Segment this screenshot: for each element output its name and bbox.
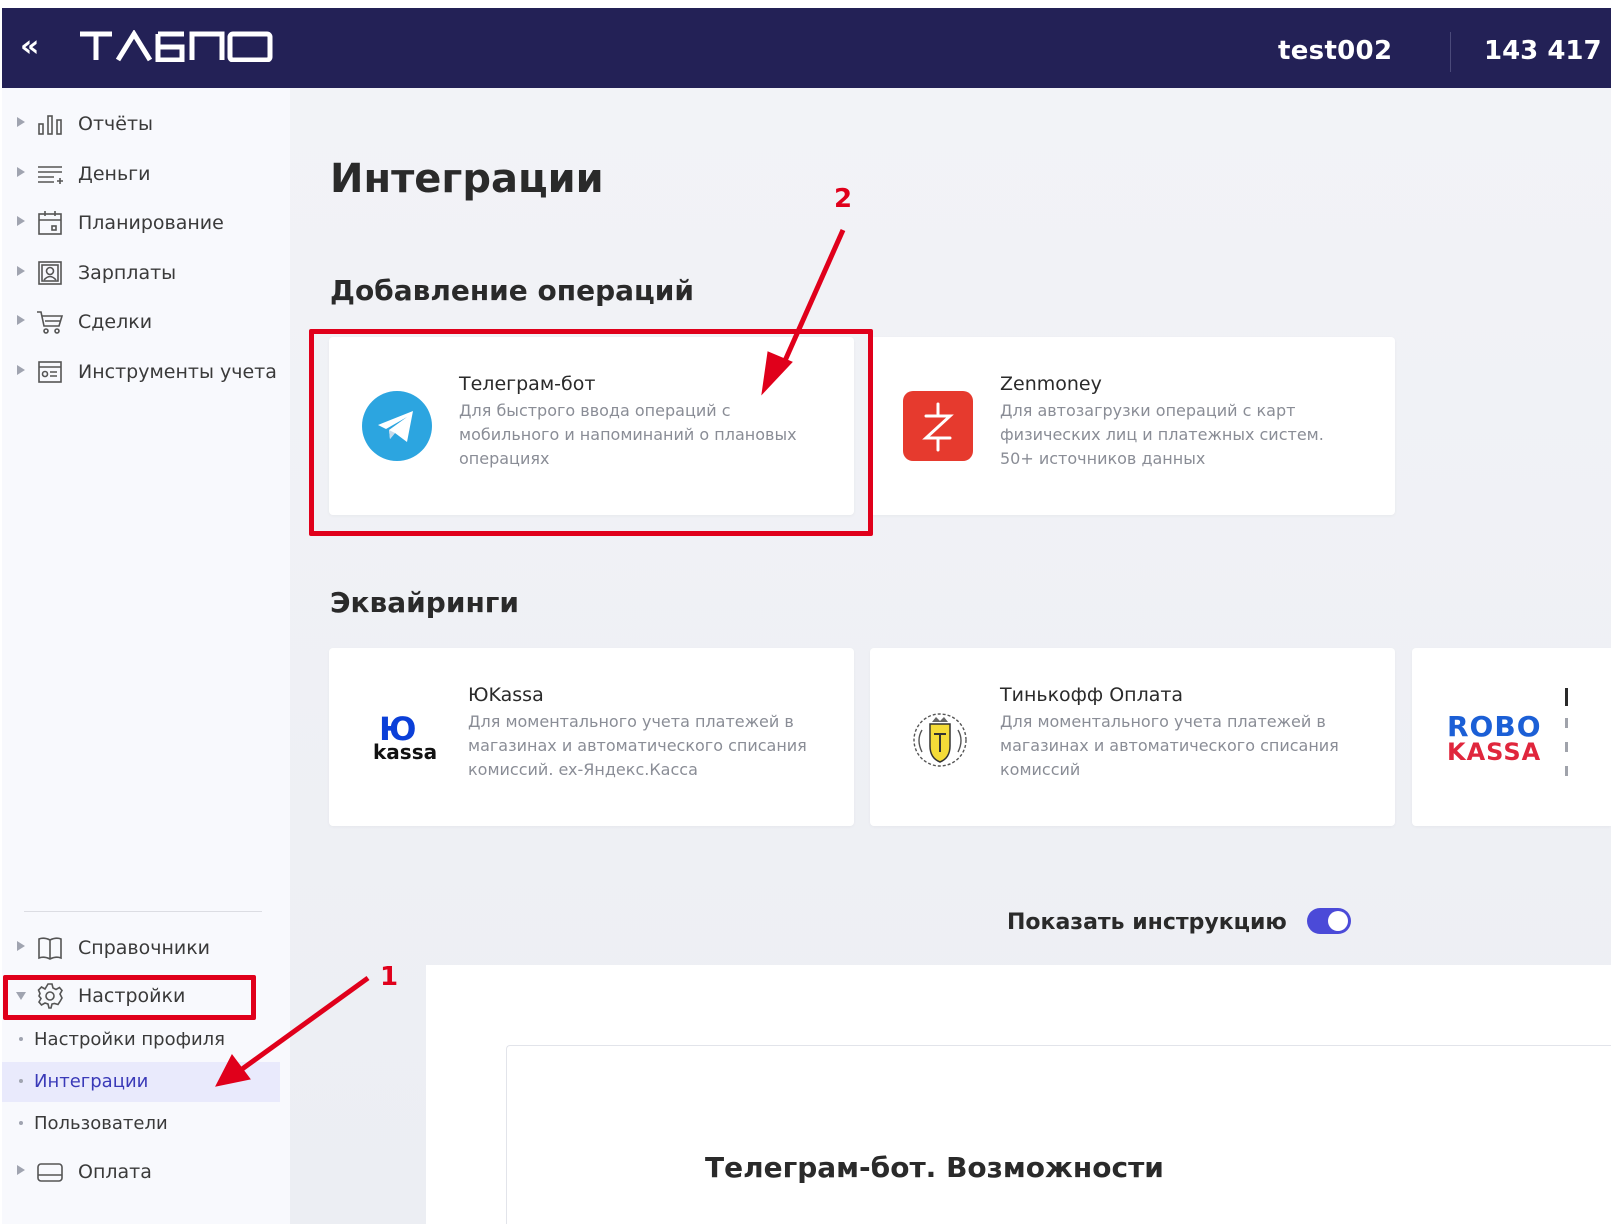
yookassa-logo: Ю kassa [369, 710, 439, 770]
section-title-operations: Добавление операций [330, 274, 695, 307]
annotation-highlight-telegram-card [309, 329, 873, 536]
card-description: Для моментального учета платежей в магаз… [1000, 712, 1339, 779]
expand-arrow-icon [17, 941, 25, 951]
username[interactable]: test002 [1278, 36, 1392, 66]
robokassa-logo: ROBO KASSA [1447, 710, 1541, 770]
calendar-icon [38, 211, 62, 235]
sidebar-divider [24, 911, 262, 912]
sidebar-item-label: Справочники [78, 937, 211, 959]
expand-arrow-icon [17, 365, 25, 375]
zenmoney-icon [903, 391, 973, 461]
person-card-icon [38, 261, 62, 285]
sidebar-item-label: Отчёты [78, 113, 154, 135]
sidebar-item-planning[interactable]: Планирование [2, 203, 290, 243]
instruction-title: Телеграм-бот. Возможности [705, 1151, 1164, 1184]
integration-card-zenmoney[interactable]: Zenmoney Для автозагрузки операций с кар… [870, 337, 1395, 515]
sidebar-subitem-label: Настройки профиля [34, 1029, 226, 1050]
expand-arrow-icon [17, 117, 25, 127]
card-title: ЮKassa [468, 684, 544, 706]
sidebar-item-money[interactable]: Деньги [2, 154, 290, 194]
sidebar-subitem-label: Интеграции [34, 1071, 149, 1092]
annotation-highlight-settings [3, 975, 256, 1020]
page-title: Интеграции [330, 156, 604, 202]
cart-icon [37, 311, 64, 334]
robokassa-logo-bottom: KASSA [1447, 738, 1542, 766]
book-icon [38, 937, 62, 960]
card-description: Для автозагрузки операций с карт физичес… [1000, 401, 1324, 468]
sidebar-subitem-profile-settings[interactable]: Настройки профиля [2, 1020, 280, 1060]
card-description-partial [1565, 718, 1568, 728]
sidebar-item-label: Инструменты учета [78, 361, 277, 383]
bullet-icon [19, 1079, 23, 1083]
card-description-partial [1565, 766, 1568, 776]
sidebar-item-deals[interactable]: Сделки [2, 302, 290, 342]
collapse-sidebar-icon[interactable]: « [20, 30, 39, 64]
sidebar: Отчёты Деньги Планирование Зарплаты Сдел… [2, 88, 290, 1224]
integration-card-yookassa[interactable]: Ю kassa ЮKassa Для моментального учета п… [329, 648, 854, 826]
card-title: Zenmoney [1000, 373, 1102, 395]
annotation-step-1: 1 [380, 962, 399, 992]
top-bar: « test002 143 417 85 [2, 8, 1611, 88]
sidebar-item-label: Деньги [78, 163, 151, 185]
tinkoff-emblem-icon [913, 713, 967, 767]
card-description: Для моментального учета платежей в магаз… [468, 712, 807, 779]
sidebar-subitem-label: Пользователи [34, 1113, 168, 1134]
integration-card-tinkoff[interactable]: Тинькофф Оплата Для моментального учета … [870, 648, 1395, 826]
instruction-content-box: Телеграм-бот. Возможности [506, 1045, 1611, 1224]
section-title-acquiring: Эквайринги [330, 586, 520, 619]
yookassa-logo-text: kassa [373, 740, 438, 764]
toggle-knob [1328, 911, 1348, 931]
sidebar-item-references[interactable]: Справочники [2, 928, 290, 968]
money-list-icon [38, 166, 63, 184]
tablo-logo[interactable] [78, 29, 274, 66]
instruction-toggle-switch[interactable] [1307, 908, 1351, 934]
sidebar-item-reports[interactable]: Отчёты [2, 104, 290, 144]
instruction-toggle-label: Показать инструкцию [1007, 910, 1287, 935]
main-content: Интеграции Добавление операций Телеграм-… [290, 88, 1611, 1224]
sidebar-subitem-users[interactable]: Пользователи [2, 1104, 280, 1144]
card-icon [37, 1163, 63, 1182]
annotation-step-2: 2 [834, 184, 853, 214]
expand-arrow-icon [17, 266, 25, 276]
tablo-logo-mark [80, 29, 273, 63]
sidebar-item-label: Зарплаты [78, 262, 177, 284]
expand-arrow-icon [17, 216, 25, 226]
integration-card-robokassa[interactable]: ROBO KASSA [1412, 648, 1611, 826]
sidebar-item-label: Сделки [78, 311, 153, 333]
sidebar-item-label: Оплата [78, 1161, 152, 1183]
expand-arrow-icon [17, 167, 25, 177]
instruction-panel: Телеграм-бот. Возможности [426, 965, 1611, 1224]
bar-chart-icon [38, 115, 62, 135]
expand-arrow-icon [17, 1165, 25, 1175]
account-balance[interactable]: 143 417 85 [1484, 36, 1611, 66]
sidebar-item-salaries[interactable]: Зарплаты [2, 253, 290, 293]
card-title-partial [1565, 688, 1568, 706]
header-divider [1450, 32, 1451, 72]
sidebar-item-accounting-tools[interactable]: Инструменты учета [2, 352, 290, 392]
card-title: Тинькофф Оплата [1000, 684, 1184, 706]
card-description-partial [1565, 742, 1568, 752]
sidebar-item-label: Планирование [78, 212, 224, 234]
bullet-icon [19, 1037, 23, 1041]
expand-arrow-icon [17, 315, 25, 325]
tools-icon [38, 361, 62, 383]
sidebar-subitem-integrations[interactable]: Интеграции [2, 1062, 280, 1102]
bullet-icon [19, 1121, 23, 1125]
sidebar-item-payment[interactable]: Оплата [2, 1152, 290, 1192]
